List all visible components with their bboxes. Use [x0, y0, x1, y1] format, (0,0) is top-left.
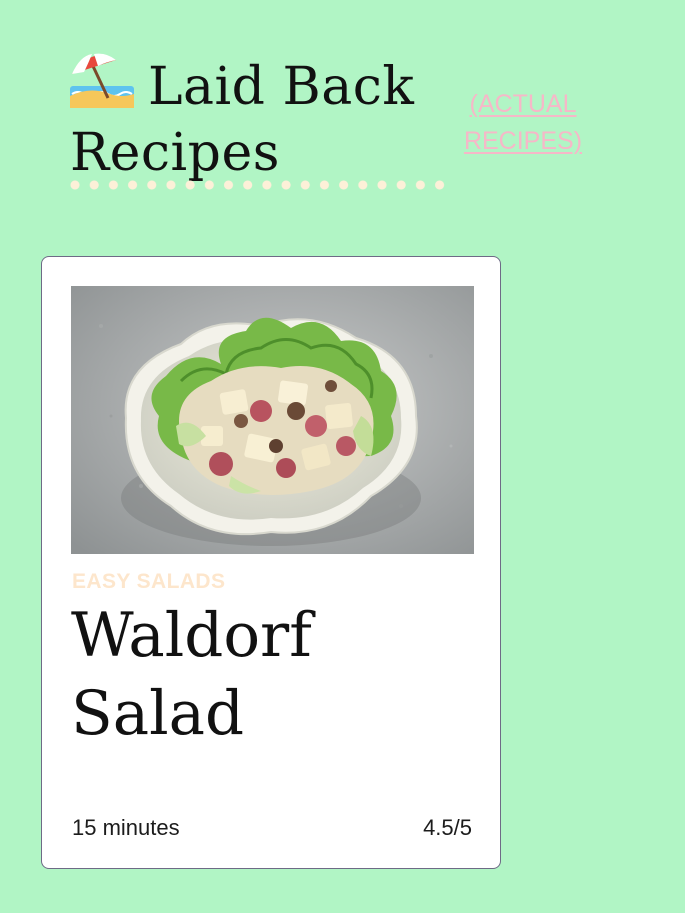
dotted-divider [70, 180, 452, 190]
recipe-time: 15 minutes [72, 815, 180, 840]
actual-recipes-link[interactable]: (ACTUAL RECIPES) [448, 86, 598, 160]
recipe-title: Waldorf Salad [71, 600, 312, 749]
site-title: Laid Back Recipes [70, 50, 430, 186]
salad-photo [71, 286, 474, 554]
recipe-card[interactable]: EASY SALADS Waldorf Salad 15 minutes 4.5… [41, 256, 501, 869]
recipe-rating: 4.5/5 [423, 815, 472, 840]
recipe-category: EASY SALADS [72, 570, 226, 593]
beach-umbrella-icon [70, 50, 134, 108]
